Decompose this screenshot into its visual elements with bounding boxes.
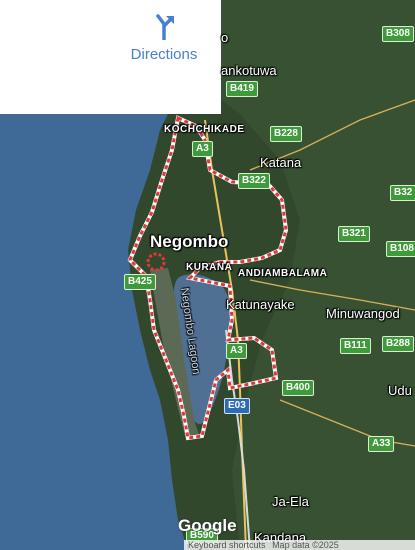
place-label-minuwangoda: Minuwangod [326,306,400,321]
road-shield: B322 [238,173,270,189]
place-label-kurana: KURANA [186,262,233,273]
directions-button[interactable]: Directions [112,14,216,74]
place-label: o [221,30,229,45]
place-label-andiambalama: ANDIAMBALAMA [238,268,328,279]
road-shield: B111 [340,338,371,354]
road-shield: B308 [382,26,414,42]
place-label-udu: Udu [388,383,412,398]
road-shield: B32 [390,185,415,201]
directions-panel: Directions [0,0,221,114]
road-shield: B108 [386,241,415,257]
road-shield-expressway: E03 [224,398,250,414]
map-data-link[interactable]: Map data ©2025 [272,540,339,550]
directions-icon [156,14,174,40]
road-shield: B425 [124,274,156,290]
road-shield: B419 [226,81,258,97]
place-label-katana: Katana [260,155,302,170]
map-view[interactable]: Directions o ankotuwa KOCHCHIKADE Katana… [0,0,415,550]
google-logo: Google [178,516,237,535]
place-label-ja-ela: Ja-Ela [272,494,309,509]
road-shield: B400 [282,380,314,396]
keyboard-shortcuts-link[interactable]: Keyboard shortcuts [188,540,266,550]
attribution-bar: Keyboard shortcuts Map data ©2025 [184,540,415,550]
road-shield: A3 [226,343,247,359]
road-shield: A3 [192,141,213,157]
road-shield: B228 [270,126,302,142]
road-shield: B288 [382,336,414,352]
place-label-ankotuwa: ankotuwa [221,63,277,78]
directions-label: Directions [130,46,198,63]
place-label-katunayake: Katunayake [226,297,295,312]
road-shield: A33 [368,436,395,452]
place-label-kochchikade: KOCHCHIKADE [164,124,245,135]
road-shield: B321 [338,226,370,242]
place-label-negombo: Negombo [150,232,229,251]
